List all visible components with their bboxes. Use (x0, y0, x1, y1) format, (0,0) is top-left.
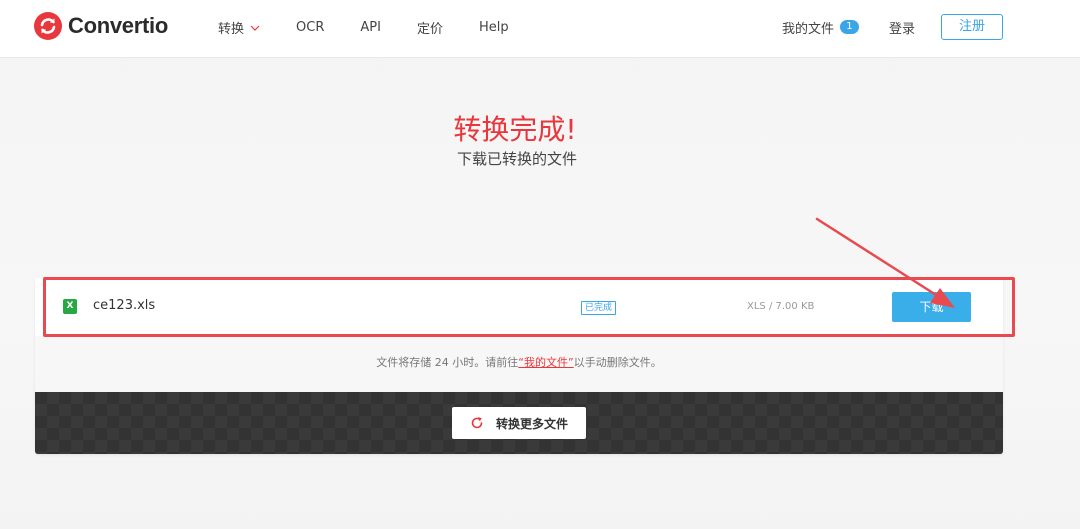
storage-info: 文件将存储 24 小时。请前往“我的文件”以手动删除文件。 (35, 336, 1003, 392)
register-button[interactable]: 注册 (941, 14, 1003, 40)
page-title: 转换完成! (453, 113, 577, 146)
nav-help[interactable]: Help (479, 18, 509, 37)
convert-more-bar: 转换更多文件 (35, 392, 1003, 454)
convertio-logo-icon (34, 12, 62, 40)
nav-api[interactable]: API (360, 18, 381, 37)
brand-logo[interactable]: Convertio (34, 12, 168, 40)
my-files-inline-link[interactable]: “我的文件” (518, 356, 573, 369)
convert-more-button[interactable]: 转换更多文件 (452, 407, 586, 439)
top-header: Convertio 转换 OCR API 定价 Help 我的文件 1 登录 注… (0, 0, 1080, 58)
nav-ocr-label: OCR (296, 20, 325, 35)
storage-info-prefix: 文件将存储 24 小时。请前往 (376, 356, 519, 369)
refresh-icon (471, 417, 483, 429)
file-name: ce123.xls (93, 298, 156, 313)
login-link[interactable]: 登录 (889, 18, 915, 37)
main-nav: 转换 OCR API 定价 Help (218, 18, 545, 37)
file-icon-letter: X (66, 301, 74, 311)
convert-more-label: 转换更多文件 (495, 416, 568, 431)
nav-pricing[interactable]: 定价 (417, 18, 443, 37)
download-button[interactable]: 下载 (892, 292, 971, 322)
file-row: X ce123.xls 已完成 XLS / 7.00 KB 下载 (35, 278, 1003, 336)
excel-file-icon: X (63, 299, 77, 314)
nav-convert[interactable]: 转换 (218, 18, 260, 37)
chevron-down-icon (250, 25, 260, 31)
my-files-count-badge: 1 (839, 20, 859, 34)
nav-pricing-label: 定价 (416, 22, 443, 37)
nav-help-label: Help (478, 20, 509, 35)
brand-name: Convertio (68, 13, 168, 38)
nav-api-label: API (360, 20, 381, 35)
nav-convert-label: 转换 (218, 22, 245, 37)
status-badge: 已完成 (581, 301, 617, 315)
my-files-link[interactable]: 我的文件 1 (782, 18, 859, 37)
nav-ocr[interactable]: OCR (296, 18, 324, 37)
account-area: 我的文件 1 登录 注册 (782, 14, 1003, 40)
converted-files-panel: X ce123.xls 已完成 XLS / 7.00 KB 下载 文件将存储 2… (35, 278, 1003, 454)
my-files-label: 我的文件 (781, 21, 834, 37)
page-subtitle: 下载已转换的文件 (456, 150, 577, 168)
storage-info-suffix: 以手动删除文件。 (573, 356, 662, 369)
file-format-size: XLS / 7.00 KB (747, 301, 815, 312)
